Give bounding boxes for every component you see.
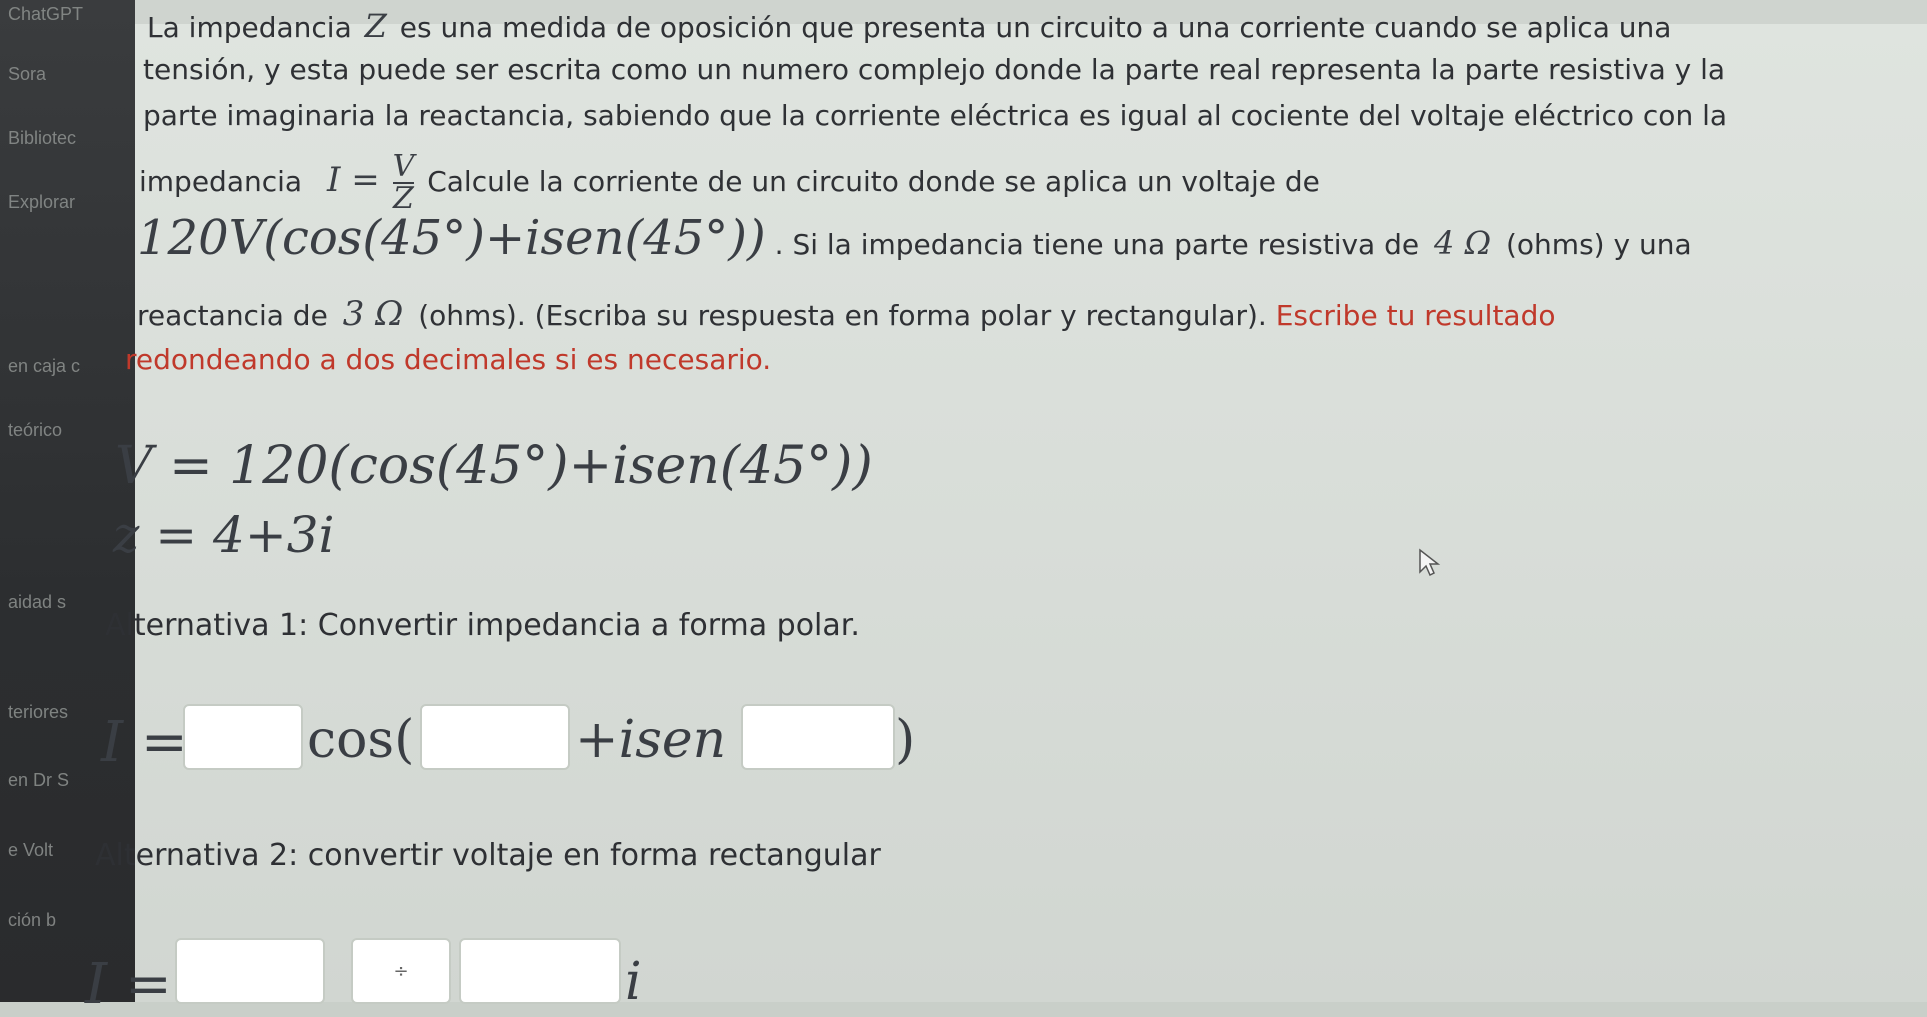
sidebar-item-volt[interactable]: e Volt (8, 840, 53, 861)
problem-line-6: reactancia de 3 Ω (ohms). (Escriba su re… (137, 294, 1556, 334)
sidebar-item-anteriores[interactable]: teriores (8, 702, 68, 723)
sidebar-item-biblioteca[interactable]: Bibliotec (8, 128, 76, 149)
problem-line-3: parte imaginaria la reactancia, sabiendo… (143, 99, 1728, 132)
formula-i: I = (326, 160, 380, 200)
question-panel: La impedancia Z es una medida de oposici… (85, 8, 1927, 1017)
alt1-isen-label: +isen (575, 710, 727, 770)
alt2-real-input[interactable] (175, 938, 325, 1004)
alt2-sign-select[interactable]: ÷ (351, 938, 451, 1004)
resistive-value: 4 Ω (1434, 224, 1492, 262)
alt2-imag-input[interactable] (459, 938, 621, 1004)
formula-fraction: V Z (392, 149, 415, 216)
sidebar-item-calidad[interactable]: aidad s (8, 592, 66, 613)
sidebar-item-caja[interactable]: en caja c (8, 356, 80, 377)
sidebar-item-teorico[interactable]: teórico (8, 420, 62, 441)
given-voltage: V = 120(cos(45°)+isen(45°)) (115, 436, 873, 496)
alt2-i-suffix: i (625, 952, 642, 1012)
alt1-i-label: I = (101, 710, 188, 775)
voltage-expression: 120V(cos(45°)+isen(45°)) (137, 210, 766, 266)
sidebar-item-cion[interactable]: ción b (8, 910, 56, 931)
alt1-cos-angle-input[interactable] (420, 704, 570, 770)
sidebar-item-chatgpt[interactable]: ChatGPT (8, 4, 83, 25)
alt1-close-paren: ) (895, 710, 916, 770)
select-arrows-icon: ÷ (393, 960, 409, 982)
reactive-value: 3 Ω (342, 294, 404, 334)
sidebar-item-sora[interactable]: Sora (8, 64, 46, 85)
alt1-cos-label: cos( (307, 710, 415, 770)
problem-line-7: redondeando a dos decimales si es necesa… (125, 343, 772, 376)
given-impedance: z = 4+3i (113, 506, 335, 564)
problem-line-4: impedancia I = V Z Calcule la corriente … (139, 149, 1320, 216)
problem-line-5: 120V(cos(45°)+isen(45°)) . Si la impedan… (137, 210, 1692, 266)
symbol-z: Z (364, 7, 387, 45)
sidebar-item-explorar[interactable]: Explorar (8, 192, 75, 213)
sidebar-item-dr[interactable]: en Dr S (8, 770, 69, 791)
alt2-i-label: I = (85, 952, 172, 1017)
alternative-1-heading: Alternativa 1: Convertir impedancia a fo… (105, 608, 860, 643)
problem-line-2: tensión, y esta puede ser escrita como u… (143, 53, 1726, 86)
mouse-cursor-icon (1419, 548, 1441, 577)
alt1-sen-angle-input[interactable] (741, 704, 895, 770)
alt1-magnitude-input[interactable] (183, 704, 303, 770)
problem-line-1: La impedancia Z es una medida de oposici… (147, 7, 1672, 45)
alternative-2-heading: Alternativa 2: convertir voltaje en form… (95, 838, 881, 873)
